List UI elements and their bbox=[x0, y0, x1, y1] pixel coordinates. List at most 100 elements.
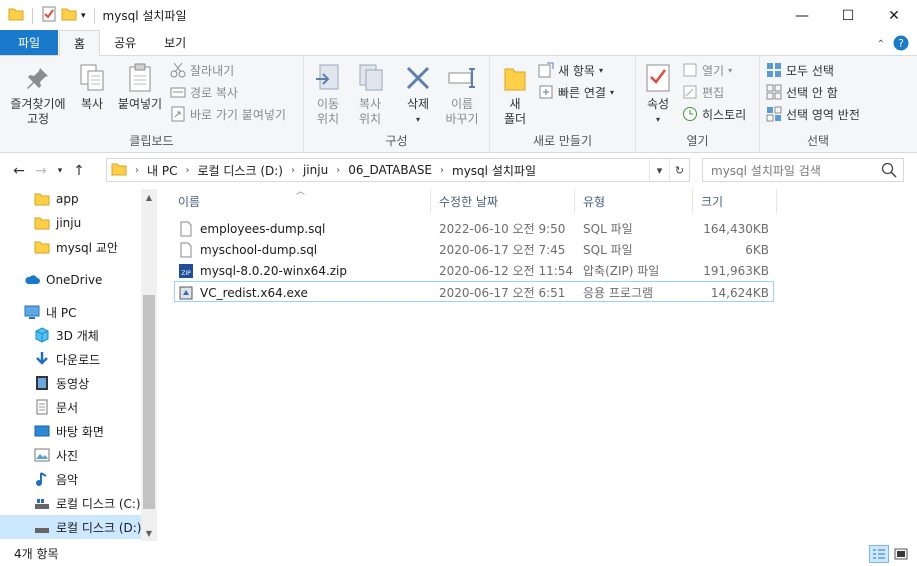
file-type: 응용 프로그램 bbox=[583, 286, 654, 300]
new-folder-quick-icon[interactable] bbox=[61, 6, 77, 25]
open-label: 열기 bbox=[702, 63, 725, 78]
pin-label: 즐겨찾기에 고정 bbox=[10, 97, 66, 126]
tab-view[interactable]: 보기 bbox=[150, 30, 200, 55]
select-none-label: 선택 안 함 bbox=[786, 85, 838, 100]
select-all-button[interactable]: 모두 선택 bbox=[766, 60, 834, 80]
maximize-button[interactable]: ☐ bbox=[825, 0, 871, 31]
nav-item-mysql-lecture[interactable]: mysql 교안 bbox=[0, 235, 142, 259]
breadcrumb: › 내 PC › 로컬 디스크 (D:) › jinju › 06_DATABA… bbox=[127, 162, 536, 179]
nav-item-desktop[interactable]: 바탕 화면 bbox=[0, 419, 142, 443]
cut-button[interactable]: 잘라내기 bbox=[170, 60, 234, 80]
scroll-down-icon[interactable]: ▼ bbox=[141, 525, 157, 541]
edit-button[interactable]: 편집 bbox=[682, 82, 724, 102]
new-folder-icon bbox=[499, 62, 531, 94]
breadcrumb-jinju[interactable]: jinju bbox=[303, 163, 328, 177]
help-icon[interactable]: ? bbox=[893, 35, 909, 54]
address-bar[interactable]: › 내 PC › 로컬 디스크 (D:) › jinju › 06_DATABA… bbox=[106, 158, 690, 182]
nav-item-my-pc[interactable]: 내 PC bbox=[0, 300, 142, 324]
navigation-scrollbar[interactable]: ▲ ▼ bbox=[141, 189, 157, 541]
file-modified: 2020-06-17 오전 6:51 bbox=[439, 286, 566, 300]
back-arrow-icon[interactable]: ← bbox=[8, 163, 30, 179]
minimize-button[interactable]: — bbox=[779, 0, 825, 31]
nav-item-3d-objects[interactable]: 3D 개체 bbox=[0, 323, 142, 347]
history-button[interactable]: 히스토리 bbox=[682, 104, 746, 124]
paste-shortcut-label: 바로 가기 붙여넣기 bbox=[190, 107, 286, 122]
breadcrumb-mysql-setup[interactable]: mysql 설치파일 bbox=[452, 162, 536, 179]
nav-item-label: 동영상 bbox=[56, 376, 90, 391]
nav-item-label: 사진 bbox=[56, 448, 79, 463]
forward-arrow-icon[interactable]: → bbox=[30, 163, 52, 179]
nav-item-music[interactable]: 음악 bbox=[0, 467, 142, 491]
nav-item-downloads[interactable]: 다운로드 bbox=[0, 347, 142, 371]
properties-button[interactable]: 속성 ▾ bbox=[640, 62, 676, 127]
tab-share[interactable]: 공유 bbox=[100, 30, 150, 55]
pin-to-quick-access-button[interactable]: 즐겨찾기에 고정 bbox=[6, 62, 70, 127]
table-row[interactable]: ZIP mysql-8.0.20-winx64.zip 2020-06-12 오… bbox=[174, 260, 774, 281]
file-size: 6KB bbox=[745, 242, 769, 257]
table-row[interactable]: myschool-dump.sql 2020-06-17 오전 7:45 SQL… bbox=[174, 239, 774, 260]
copy-path-button[interactable]: 경로 복사 bbox=[170, 82, 238, 102]
new-item-button[interactable]: 새 항목 ▾ bbox=[538, 60, 603, 80]
open-button[interactable]: 열기 ▾ bbox=[682, 60, 732, 80]
refresh-icon[interactable]: ↻ bbox=[669, 159, 689, 181]
nav-item-label: 음악 bbox=[56, 472, 79, 487]
breadcrumb-database[interactable]: 06_DATABASE bbox=[348, 163, 432, 177]
move-to-button[interactable]: 이동 위치 bbox=[310, 62, 346, 127]
delete-button[interactable]: 삭제 ▾ bbox=[400, 62, 436, 127]
select-none-button[interactable]: 선택 안 함 bbox=[766, 82, 838, 102]
nav-item-onedrive[interactable]: OneDrive bbox=[0, 268, 142, 292]
scrollbar-thumb[interactable] bbox=[143, 295, 155, 509]
file-modified: 2020-06-12 오전 11:54 bbox=[439, 264, 574, 278]
nav-item-label: 내 PC bbox=[46, 305, 77, 320]
paste-button[interactable]: 붙여넣기 bbox=[114, 62, 166, 112]
chevron-right-icon: › bbox=[440, 164, 445, 176]
nav-item-videos[interactable]: 동영상 bbox=[0, 371, 142, 395]
new-folder-button[interactable]: 새 폴더 bbox=[498, 62, 532, 127]
collapse-ribbon-icon[interactable]: ⌃ bbox=[877, 39, 885, 50]
ribbon: 즐겨찾기에 고정 복사 붙여넣기 잘라내기 경로 복사 바로 가기 붙여넣기 클… bbox=[0, 56, 917, 153]
column-header-type[interactable]: 유형 bbox=[575, 189, 693, 213]
breadcrumb-local-disk-d[interactable]: 로컬 디스크 (D:) bbox=[197, 162, 282, 179]
file-type: SQL 파일 bbox=[583, 243, 633, 257]
select-all-icon bbox=[766, 62, 782, 78]
search-box[interactable]: mysql 설치파일 검색 bbox=[702, 158, 904, 182]
address-dropdown-icon[interactable]: ▾ bbox=[649, 159, 669, 181]
nav-item-label: app bbox=[56, 192, 79, 206]
properties-quick-icon[interactable] bbox=[41, 6, 57, 25]
copy-button[interactable]: 복사 bbox=[74, 62, 110, 112]
details-view-icon[interactable] bbox=[869, 545, 889, 563]
invert-selection-button[interactable]: 선택 영역 반전 bbox=[766, 104, 860, 124]
table-row[interactable]: employees-dump.sql 2022-06-10 오전 9:50 SQ… bbox=[174, 218, 774, 239]
close-button[interactable]: ✕ bbox=[871, 0, 917, 31]
nav-item-local-disk-c[interactable]: 로컬 디스크 (C:) bbox=[0, 491, 142, 515]
easy-access-button[interactable]: 빠른 연결 ▾ bbox=[538, 82, 614, 102]
video-icon bbox=[34, 375, 50, 391]
paste-shortcut-button[interactable]: 바로 가기 붙여넣기 bbox=[170, 104, 286, 124]
svg-text:?: ? bbox=[898, 37, 904, 50]
recent-locations-chevron-icon[interactable]: ▾ bbox=[52, 166, 68, 176]
history-icon bbox=[682, 106, 698, 122]
rename-label: 이름 바꾸기 bbox=[445, 97, 479, 126]
rename-button[interactable]: 이름 바꾸기 bbox=[444, 62, 480, 127]
nav-item-jinju[interactable]: jinju bbox=[0, 211, 142, 235]
copy-to-label: 복사 위치 bbox=[358, 97, 382, 126]
nav-item-app[interactable]: app bbox=[0, 189, 142, 211]
scroll-up-icon[interactable]: ▲ bbox=[141, 189, 157, 205]
column-header-name[interactable]: 이름 bbox=[170, 189, 431, 213]
column-header-size[interactable]: 크기 bbox=[693, 189, 777, 213]
tab-file[interactable]: 파일 bbox=[0, 30, 58, 55]
delete-x-icon bbox=[402, 62, 434, 94]
customize-toolbar-icon[interactable]: ▾ bbox=[81, 11, 86, 21]
table-row[interactable]: VC_redist.x64.exe 2020-06-17 오전 6:51 응용 … bbox=[174, 281, 774, 302]
column-header-modified[interactable]: 수정한 날짜 bbox=[431, 189, 575, 213]
up-arrow-icon[interactable]: ↑ bbox=[68, 163, 90, 179]
nav-item-pictures[interactable]: 사진 bbox=[0, 443, 142, 467]
nav-item-documents[interactable]: 문서 bbox=[0, 395, 142, 419]
divider bbox=[93, 7, 95, 24]
nav-item-local-disk-d[interactable]: 로컬 디스크 (D:) bbox=[0, 515, 142, 539]
large-icons-view-icon[interactable] bbox=[891, 545, 911, 563]
search-icon[interactable] bbox=[881, 162, 897, 181]
copy-to-button[interactable]: 복사 위치 bbox=[352, 62, 388, 127]
breadcrumb-my-pc[interactable]: 내 PC bbox=[147, 162, 177, 179]
tab-home[interactable]: 홈 bbox=[59, 30, 101, 56]
